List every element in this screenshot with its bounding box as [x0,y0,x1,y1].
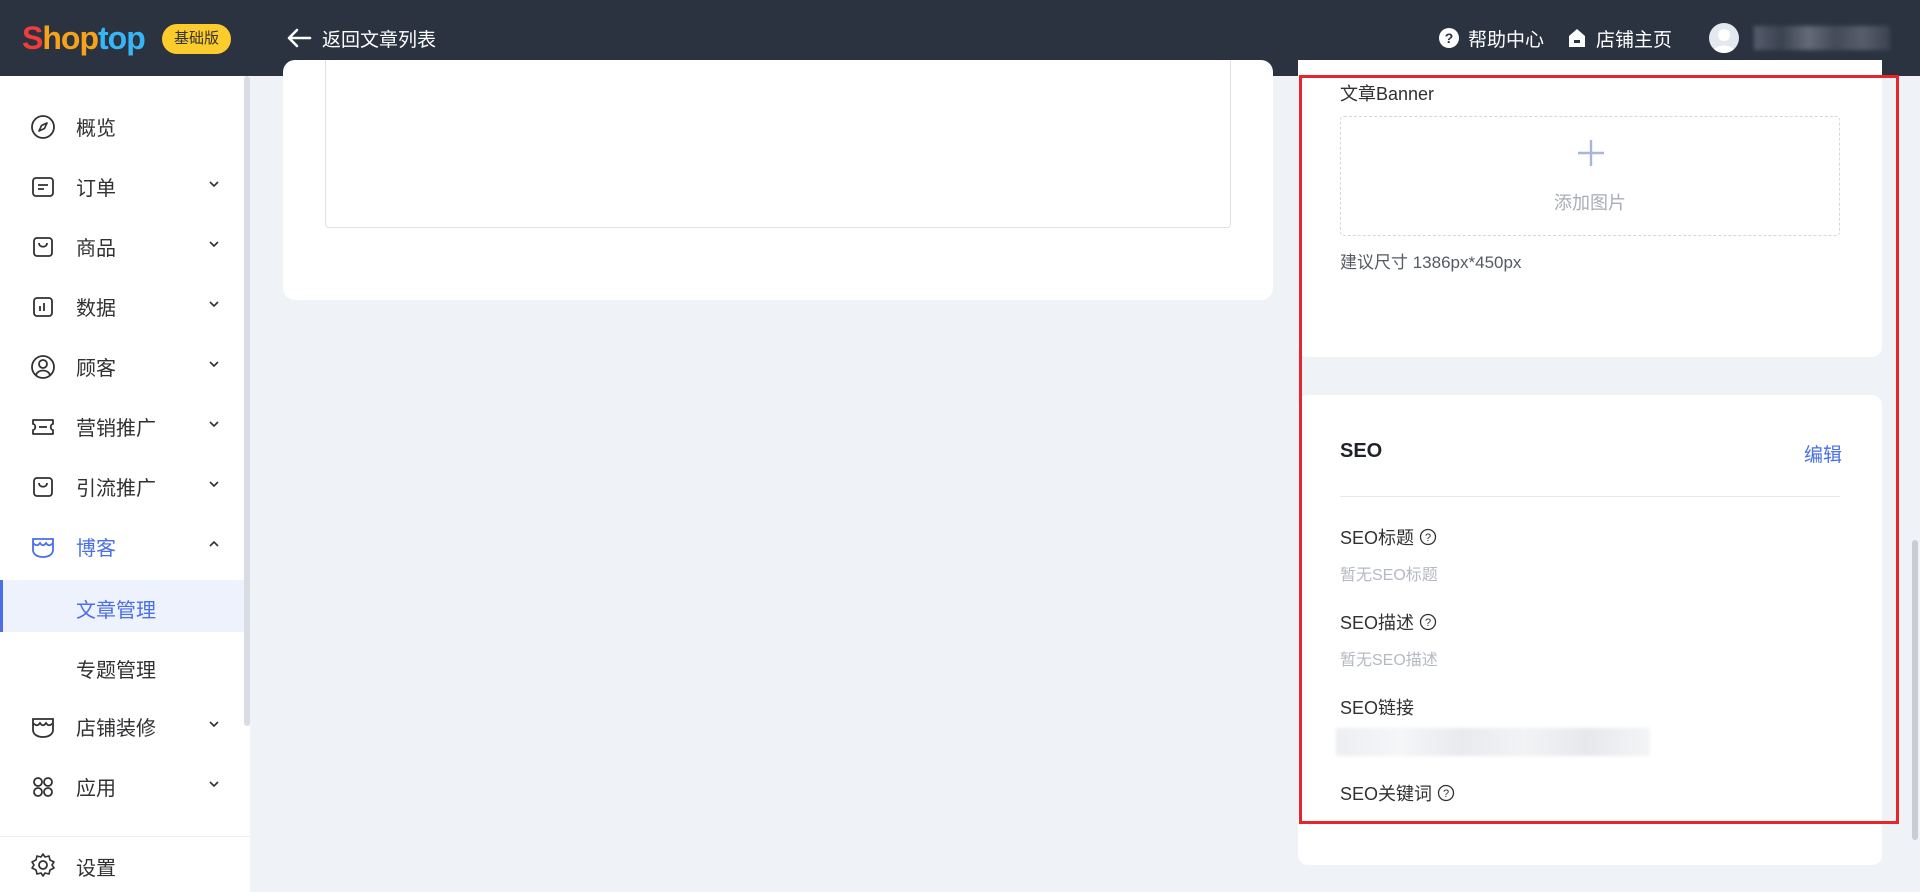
seo-keywords-label: SEO关键词 [1340,784,1433,804]
svg-text:?: ? [1443,788,1449,800]
arrow-left-icon [287,28,312,48]
plus-icon [1578,140,1604,166]
chevron-down-icon [209,301,219,308]
apps-icon [33,777,53,797]
chevron-down-icon [209,781,219,788]
sidebar-item-overview[interactable]: 概览 [0,96,244,156]
svg-text:?: ? [1425,617,1431,629]
sidebar-item-data[interactable]: 数据 [0,276,244,336]
blog-icon [32,538,54,558]
sidebar-item-label: 店铺装修 [76,717,156,740]
sidebar-item-apps[interactable]: 应用 [0,756,244,816]
compass-icon [31,115,55,139]
order-icon [32,177,54,197]
chevron-down-icon [209,241,219,248]
chevron-down-icon [209,181,219,188]
sidebar-item-customers[interactable]: 顾客 [0,336,244,396]
store-icon [32,718,54,738]
user-avatar-icon [1713,29,1735,53]
sidebar-item-settings[interactable]: 设置 [0,836,250,892]
sidebar-item-label: 引流推广 [76,477,156,500]
plan-badge: 基础版 [162,24,232,54]
sidebar-item-marketing[interactable]: 营销推广 [0,396,244,456]
avatar[interactable] [1709,23,1739,53]
seo-title-label: SEO标题 [1340,528,1415,548]
chevron-down-icon [209,481,219,488]
svg-text:?: ? [1445,30,1454,46]
seo-section-title: SEO [1340,440,1383,462]
sidebar-item-label: 博客 [76,537,116,560]
banner-label: 文章Banner [1340,84,1435,104]
chart-icon [33,297,53,317]
help-center-label: 帮助中心 [1467,29,1544,51]
sidebar-item-label: 数据 [76,297,116,320]
chevron-down-icon [209,421,219,428]
sidebar-item-blog[interactable]: 博客 [0,516,244,576]
store-home-label: 店铺主页 [1595,29,1672,51]
svg-text:?: ? [1425,532,1431,544]
sidebar-item-label: 营销推广 [76,417,156,440]
seo-divider [1340,496,1840,497]
gear-icon [31,853,55,877]
bag-icon [33,237,53,257]
sidebar-item-label: 概览 [76,117,116,140]
store-icon [1566,27,1588,49]
user-icon [31,355,55,379]
seo-edit-button[interactable]: 编辑 [1804,440,1842,467]
logo-part-1: S [22,20,43,56]
sidebar-subitem-topics[interactable]: 专题管理 [0,640,244,692]
add-image-upload[interactable]: 添加图片 [1340,116,1840,236]
back-label: 返回文章列表 [322,29,437,51]
chevron-down-icon [209,361,219,368]
seo-link-value-redacted [1336,728,1650,756]
sidebar-item-label: 应用 [76,777,116,800]
username-redacted [1754,26,1890,50]
sidebar-item-label: 订单 [76,177,116,200]
question-icon[interactable]: ? [1419,528,1437,546]
banner-size-hint: 建议尺寸 1386px*450px [1340,253,1522,272]
sidebar-subitem-label: 文章管理 [76,600,156,622]
ticket-icon [32,419,54,435]
sidebar-item-products[interactable]: 商品 [0,216,244,276]
seo-link-field: SEO链接 [1340,694,1414,720]
question-icon[interactable]: ? [1437,784,1455,802]
chevron-down-icon [209,721,219,728]
settings-label: 设置 [76,858,116,880]
sidebar-item-traffic[interactable]: 引流推广 [0,456,244,516]
add-image-label: 添加图片 [1554,193,1626,213]
seo-desc-label: SEO描述 [1340,613,1415,633]
article-editor[interactable] [325,60,1231,228]
seo-keywords-field: SEO关键词 ? [1340,780,1455,806]
seo-link-label: SEO链接 [1340,698,1415,718]
logo-part-3: top [97,20,146,56]
sidebar-scrollbar[interactable] [244,76,250,726]
seo-desc-value: 暂无SEO描述 [1340,652,1438,669]
store-home-link[interactable]: 店铺主页 [1566,25,1672,52]
sidebar-item-label: 顾客 [76,357,116,380]
sidebar-item-store-design[interactable]: 店铺装修 [0,696,244,756]
seo-title-field: SEO标题 ? [1340,524,1437,550]
page-scrollbar[interactable] [1912,540,1918,840]
bag-icon [33,477,53,497]
sidebar-subitem-articles[interactable]: 文章管理 [0,580,244,632]
sidebar-item-orders[interactable]: 订单 [0,156,244,216]
sidebar-item-label: 商品 [76,237,116,260]
question-icon[interactable]: ? [1419,613,1437,631]
back-to-articles-button[interactable]: 返回文章列表 [286,22,436,54]
sidebar-subitem-label: 专题管理 [76,660,156,682]
seo-desc-field: SEO描述 ? [1340,609,1437,635]
shoptop-logo[interactable]: Shoptop [22,18,146,58]
help-center-link[interactable]: ? 帮助中心 [1438,25,1544,52]
seo-title-value: 暂无SEO标题 [1340,567,1438,584]
chevron-up-icon [209,540,219,547]
help-icon: ? [1438,27,1460,49]
logo-part-2: hop [42,20,99,56]
sidebar: 概览 订单 商品 数据 顾客 营销推广 引流推广 博客 文章管理 专题管理 店铺… [0,76,250,892]
